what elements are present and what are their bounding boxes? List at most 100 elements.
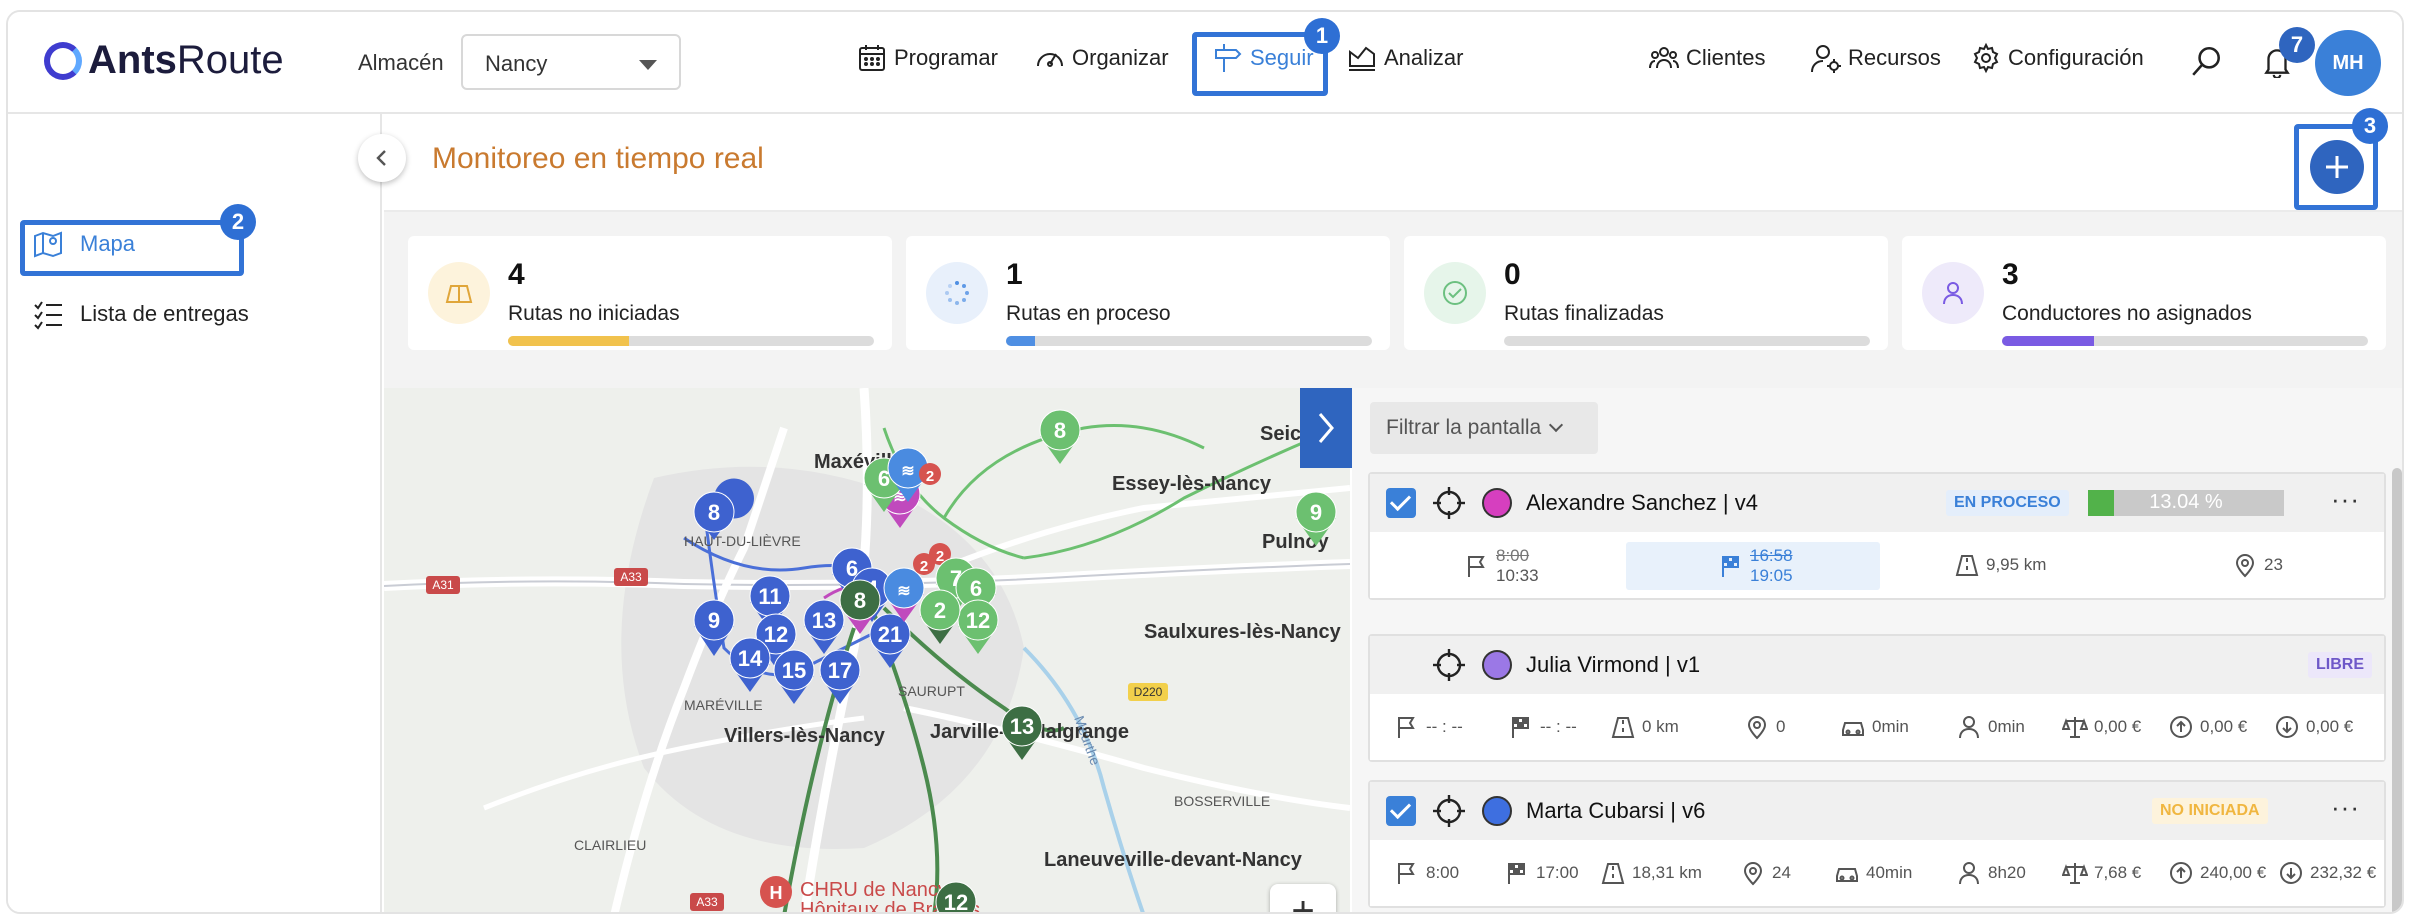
stat-card-finalizadas[interactable]: 0 Rutas finalizadas xyxy=(1404,236,1888,350)
map-zoom-in-button[interactable]: + xyxy=(1270,884,1336,912)
route-card-body: -- : -- -- : -- 0 km 0 0min 0min 0,00 € … xyxy=(1370,694,2384,760)
location-pin-icon xyxy=(1743,862,1763,886)
metric-stops: 23 xyxy=(2232,552,2283,578)
route-card[interactable]: Julia Virmond | v1 LIBRE -- : -- -- : --… xyxy=(1368,634,2386,762)
stat-card-en-proceso[interactable]: 1 Rutas en proceso xyxy=(906,236,1390,350)
route-card[interactable]: Marta Cubarsi | v6 NO INICIADA ··· 8:00 … xyxy=(1368,780,2386,908)
metric-work-time: 0min xyxy=(1956,714,2025,740)
place-label: CLAIRLIEU xyxy=(574,837,646,853)
nav-organizar-label: Organizar xyxy=(1072,45,1169,70)
place-label: Villers-lès-Nancy xyxy=(724,725,886,747)
almacen-select[interactable]: Nancy xyxy=(461,34,681,90)
metric-start: -- : -- xyxy=(1394,714,1463,740)
route-checkbox[interactable] xyxy=(1386,796,1416,826)
svg-text:2: 2 xyxy=(920,558,928,575)
map-panel-toggle[interactable] xyxy=(1300,388,1352,468)
stat-card-conductores[interactable]: 3 Conductores no asignados xyxy=(1902,236,2386,350)
route-card-header: Alexandre Sanchez | v4 EN PROCESO 13.04 … xyxy=(1370,474,2384,532)
place-label: Saulxures-lès-Nancy xyxy=(1144,621,1342,643)
route-checkbox[interactable] xyxy=(1386,488,1416,518)
sidebar-item-lista-entregas[interactable]: Lista de entregas xyxy=(32,298,249,330)
location-pin-icon xyxy=(1747,716,1767,740)
nav-recursos[interactable]: Recursos xyxy=(1810,42,1941,74)
search-button[interactable] xyxy=(2190,44,2224,78)
start-actual: 10:33 xyxy=(1496,566,1539,585)
road-label: D220 xyxy=(1134,685,1163,699)
stat-progress-bar xyxy=(508,336,874,346)
metric-drive-time: 0min xyxy=(1840,714,1909,740)
svg-text:21: 21 xyxy=(878,622,902,647)
nav-analizar-label: Analizar xyxy=(1384,45,1464,70)
chart-area-icon xyxy=(1349,46,1375,71)
metric-stops: 24 xyxy=(1740,860,1791,886)
checkered-flag-icon xyxy=(1722,556,1739,577)
flag-icon xyxy=(1468,556,1485,577)
svg-text:≋: ≋ xyxy=(901,463,914,480)
stat-value: 1 xyxy=(1006,258,1023,291)
metric-drive-time: 40min xyxy=(1834,860,1912,886)
tutorial-badge-1: 1 xyxy=(1304,18,1340,54)
nav-recursos-label: Recursos xyxy=(1848,45,1941,70)
nav-programar[interactable]: Programar xyxy=(856,42,998,74)
nav-analizar[interactable]: Analizar xyxy=(1346,42,1463,74)
revenue-value: 0,00 € xyxy=(2200,717,2248,736)
end-value: -- : -- xyxy=(1540,717,1577,736)
stat-progress-bar xyxy=(2002,336,2368,346)
place-label: SAURUPT xyxy=(898,683,965,699)
drive-time-value: 40min xyxy=(1866,863,1913,882)
gauge-icon xyxy=(1037,53,1063,67)
logo-mark-icon xyxy=(44,41,82,80)
scale-icon xyxy=(2062,717,2088,738)
filter-dropdown[interactable]: Filtrar la pantalla xyxy=(1370,402,1598,454)
metric-start: 8:00 xyxy=(1394,860,1459,886)
start-planned: 8:00 xyxy=(1496,546,1530,565)
metric-end: 17:00 xyxy=(1504,860,1579,886)
stat-progress-bar xyxy=(1504,336,1870,346)
metric-cost: 7,68 € xyxy=(2062,860,2141,886)
page-title: Monitoreo en tiempo real xyxy=(432,142,764,175)
users-group-icon xyxy=(1649,47,1679,69)
revenue-value: 240,00 € xyxy=(2200,863,2267,882)
metric-distance: 9,95 km xyxy=(1954,552,2046,578)
route-card-body: 8:00 17:00 18,31 km 24 40min 8h20 7,68 €… xyxy=(1370,840,2384,906)
svg-text:12: 12 xyxy=(944,890,968,914)
crosshair-icon[interactable] xyxy=(1432,648,1466,682)
nav-clientes-label: Clientes xyxy=(1686,45,1766,70)
nav-clientes[interactable]: Clientes xyxy=(1648,42,1765,74)
routes-scrollbar[interactable] xyxy=(2392,468,2402,912)
nav-configuracion[interactable]: Configuración xyxy=(1970,42,2144,74)
route-map[interactable]: A31 A33 D220 A33 Meurthe Maxéville Essey… xyxy=(384,388,1350,914)
route-progress-text: 13.04 % xyxy=(2149,491,2223,513)
driver-color-dot xyxy=(1482,488,1512,518)
route-card-body: 8:00 10:33 16:58 19:05 9,95 km 23 xyxy=(1370,532,2384,598)
map-canvas[interactable]: A31 A33 D220 A33 Meurthe Maxéville Essey… xyxy=(384,388,1350,914)
stat-card-no-iniciadas[interactable]: 4 Rutas no iniciadas xyxy=(408,236,892,350)
sidebar-item-lista-label: Lista de entregas xyxy=(80,301,249,326)
driver-name: Julia Virmond | v1 xyxy=(1526,652,1701,677)
user-avatar[interactable]: MH xyxy=(2315,30,2381,96)
svg-text:9: 9 xyxy=(708,608,720,633)
metric-cost: 0,00 € xyxy=(2062,714,2141,740)
svg-text:8: 8 xyxy=(708,500,720,525)
more-options-icon[interactable]: ··· xyxy=(2331,792,2360,823)
sidebar-collapse-button[interactable] xyxy=(358,134,406,182)
work-time-value: 8h20 xyxy=(1988,863,2026,882)
antsroute-logo[interactable]: Ants Route xyxy=(44,38,284,83)
stat-label: Rutas no iniciadas xyxy=(508,302,680,325)
metric-revenue: 0,00 € xyxy=(2168,714,2247,740)
crosshair-icon[interactable] xyxy=(1432,486,1466,520)
nav-organizar[interactable]: Organizar xyxy=(1034,42,1169,74)
search-icon xyxy=(2192,46,2220,76)
distance-value: 0 km xyxy=(1642,717,1679,736)
more-options-icon[interactable]: ··· xyxy=(2331,484,2360,515)
svg-text:13: 13 xyxy=(1010,714,1034,739)
route-card[interactable]: Alexandre Sanchez | v4 EN PROCESO 13.04 … xyxy=(1368,472,2386,600)
arrow-down-circle-icon xyxy=(2280,862,2302,884)
metric-expense: 232,32 € xyxy=(2278,860,2376,886)
checkered-flag-icon xyxy=(1512,717,1529,738)
driver-name: Marta Cubarsi | v6 xyxy=(1526,798,1706,823)
crosshair-icon[interactable] xyxy=(1432,794,1466,828)
stops-value: 0 xyxy=(1776,717,1786,736)
start-value: 8:00 xyxy=(1426,863,1460,882)
cost-value: 7,68 € xyxy=(2094,863,2142,882)
